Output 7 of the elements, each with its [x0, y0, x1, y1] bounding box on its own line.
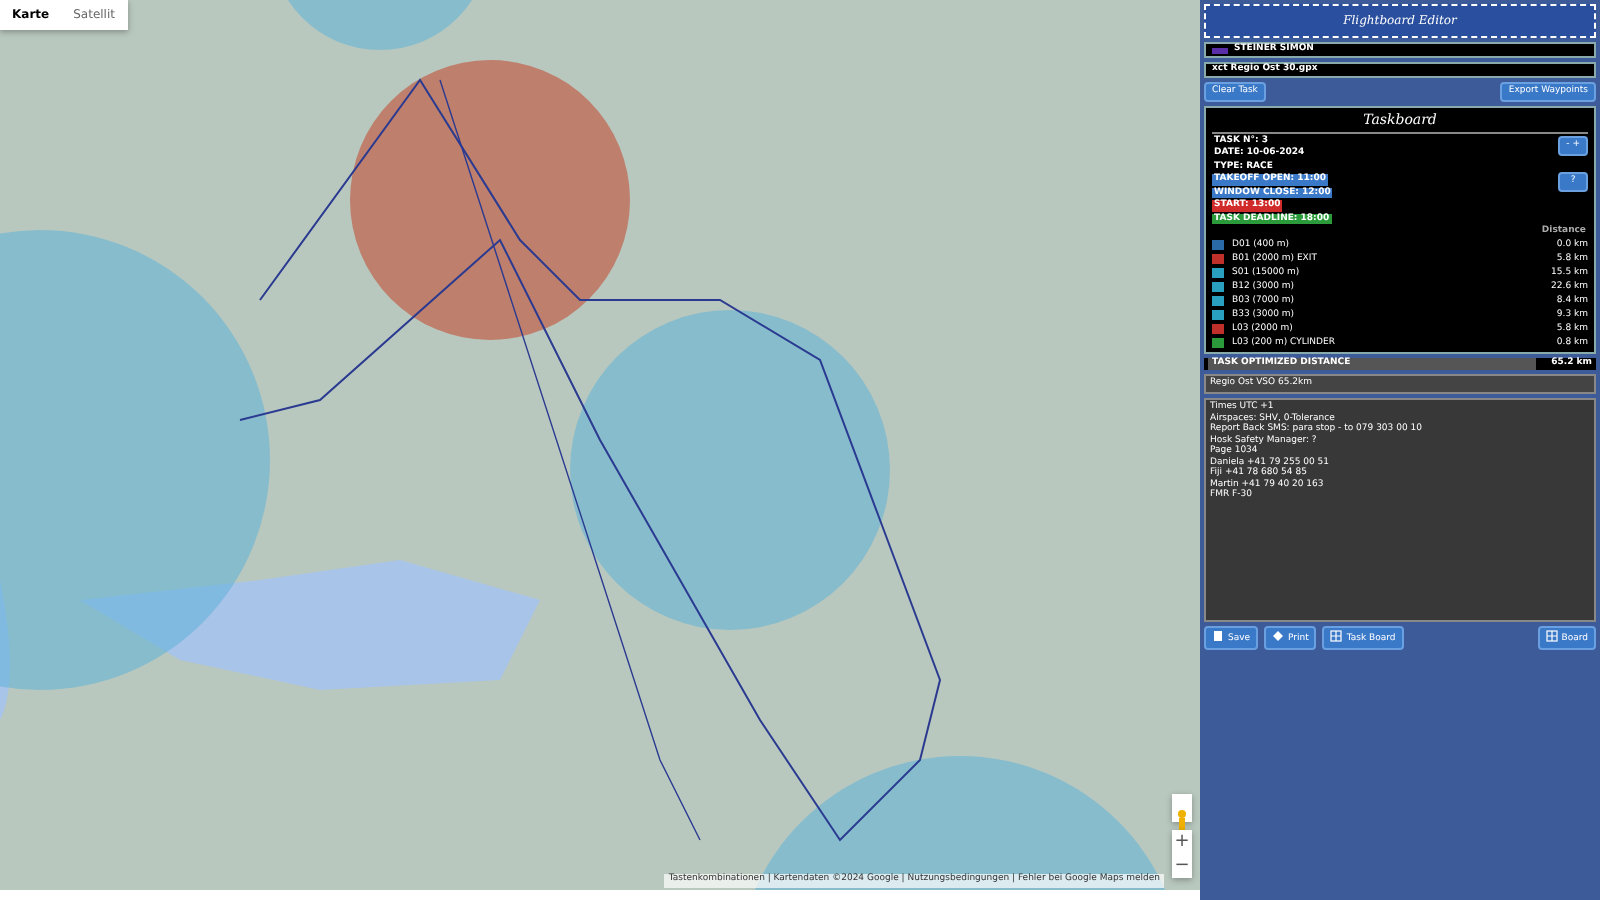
person-icon[interactable] — [1172, 805, 1192, 834]
grid-icon — [1330, 630, 1343, 643]
document-icon — [1212, 630, 1224, 643]
grid-icon — [1545, 630, 1558, 643]
zoom-in-button[interactable]: + — [1172, 830, 1192, 854]
zoom-out-button[interactable]: − — [1172, 854, 1192, 878]
diamond-icon — [1272, 630, 1285, 643]
